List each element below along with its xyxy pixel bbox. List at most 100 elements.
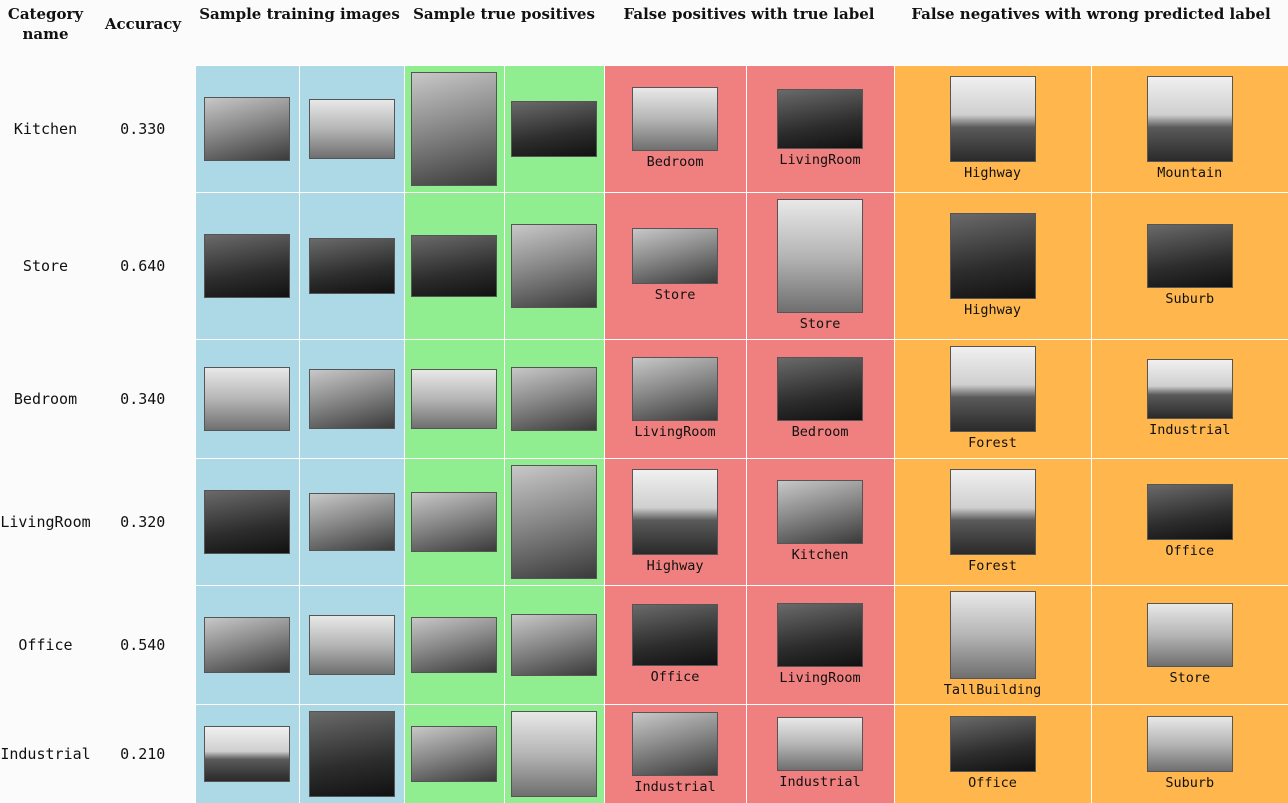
false-positive-image [777,602,864,667]
predicted-label: Suburb [1165,290,1215,307]
table-row: Bedroom 0.340 LivingRoom Bedroom Forest Indus… [0,338,1288,458]
true-positive-image [511,100,597,157]
predicted-label: Industrial [634,778,716,795]
true-positive-image [511,464,597,579]
false-negative-image-cell: Forest [893,338,1092,458]
predicted-label: Suburb [1165,774,1215,791]
false-positive-image-cell: Kitchen [745,457,895,585]
training-image [308,492,395,551]
training-image [204,233,290,298]
false-negative-image-cell: Suburb [1090,703,1288,803]
predicted-label: Forest [968,557,1017,574]
predicted-label: Office [1165,542,1215,559]
training-image-cell [298,457,404,585]
predicted-label: Highway [964,164,1021,181]
training-image [204,489,290,554]
false-positive-image-cell: Industrial [603,703,747,803]
false-positive-image [632,603,719,666]
true-positive-image-cell [503,584,605,704]
true-positive-image-cell [503,338,605,458]
false-negative-image [949,345,1036,432]
false-negative-image [1146,358,1233,419]
false-positive-image-cell: Highway [603,457,747,585]
false-negative-image-cell: TallBuilding [893,584,1092,704]
training-image [204,616,290,673]
true-positive-image [411,725,497,782]
true-positive-image [411,491,497,552]
false-negative-image [1146,715,1233,772]
false-negative-image [949,75,1036,162]
table-row: Industrial 0.210 Industrial Industrial Offic… [0,703,1288,803]
table-row: Office 0.540 Office LivingRoom TallBuilding S… [0,584,1288,704]
predicted-label: Highway [646,557,704,574]
true-positive-image [411,234,497,297]
category-name: Bedroom [0,339,91,458]
predicted-label: Industrial [1149,421,1231,438]
false-positive-image [777,716,864,771]
training-image-cell [298,191,404,339]
true-positive-image [511,366,597,431]
true-positive-image [411,368,497,429]
false-negative-image [949,715,1036,772]
false-negative-image-cell: Highway [893,64,1092,192]
training-image-cell [298,64,404,192]
false-negative-image [1146,223,1233,288]
false-positive-image-cell: Industrial [745,703,895,803]
false-positive-image [632,86,719,151]
predicted-label: Bedroom [646,153,704,170]
true-positive-image [511,710,597,797]
true-positive-image-cell [503,703,605,803]
accuracy-value: 0.640 [91,192,195,339]
category-name: Store [0,192,91,339]
true-positive-image-cell [503,64,605,192]
predicted-label: Office [968,774,1017,791]
category-name: Industrial [0,704,91,803]
header-false-negatives: False negatives with wrong predicted lab… [894,0,1288,65]
true-positive-image [411,616,497,673]
false-positive-image [777,356,864,421]
training-image [308,98,395,159]
header-false-positives: False positives with true label [604,0,895,65]
accuracy-value: 0.540 [91,585,195,704]
table-row: LivingRoom 0.320 Highway Kitchen Forest Offic… [0,457,1288,585]
false-negative-image [949,212,1036,299]
predicted-label: LivingRoom [779,151,861,168]
true-positive-image-cell [503,457,605,585]
predicted-label: TallBuilding [943,681,1042,698]
training-image [204,366,290,431]
training-image-cell [194,191,299,339]
false-positive-image [632,468,719,555]
training-image-cell [194,584,299,704]
table-row: Kitchen 0.330 Bedroom LivingRoom Highway Moun… [0,64,1288,192]
false-negative-image-cell: Store [1090,584,1288,704]
false-positive-image-cell: Bedroom [603,64,747,192]
header-training: Sample training images [195,0,404,65]
training-image [308,368,395,429]
predicted-label: Forest [968,434,1017,451]
true-positive-image-cell [403,584,504,704]
training-image-cell [194,703,299,803]
true-positive-image [411,71,497,186]
training-image [308,710,395,797]
predicted-label: Industrial [779,773,861,790]
false-negative-image-cell: Office [1090,457,1288,585]
training-image [204,96,290,161]
false-positive-image [777,88,864,149]
true-positive-image-cell [403,64,504,192]
predicted-label: Store [1169,669,1211,686]
accuracy-value: 0.320 [91,458,195,585]
false-positive-image [632,711,719,776]
predicted-label: Bedroom [791,423,849,440]
false-positive-image [632,356,719,421]
category-name: LivingRoom [0,458,91,585]
predicted-label: Highway [964,301,1021,318]
predicted-label: Store [799,315,841,332]
true-positive-image [511,613,597,676]
false-positive-image [777,198,864,313]
false-positive-image-cell: Store [603,191,747,339]
category-name: Office [0,585,91,704]
predicted-label: LivingRoom [634,423,716,440]
false-negative-image [1146,483,1233,540]
false-positive-image-cell: LivingRoom [745,584,895,704]
false-negative-image [1146,602,1233,667]
